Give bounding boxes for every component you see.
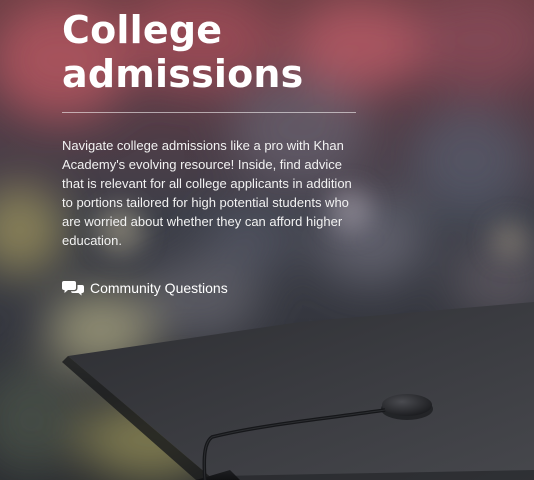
chat-bubbles-icon (62, 280, 84, 296)
hero-banner: College admissions Navigate college admi… (0, 0, 534, 480)
page-title: College admissions (62, 8, 304, 96)
hero-content: College admissions Navigate college admi… (62, 8, 362, 296)
community-questions-label: Community Questions (90, 280, 228, 296)
hero-description: Navigate college admissions like a pro w… (62, 138, 352, 248)
title-divider (62, 112, 356, 113)
community-questions-link[interactable]: Community Questions (62, 280, 228, 296)
